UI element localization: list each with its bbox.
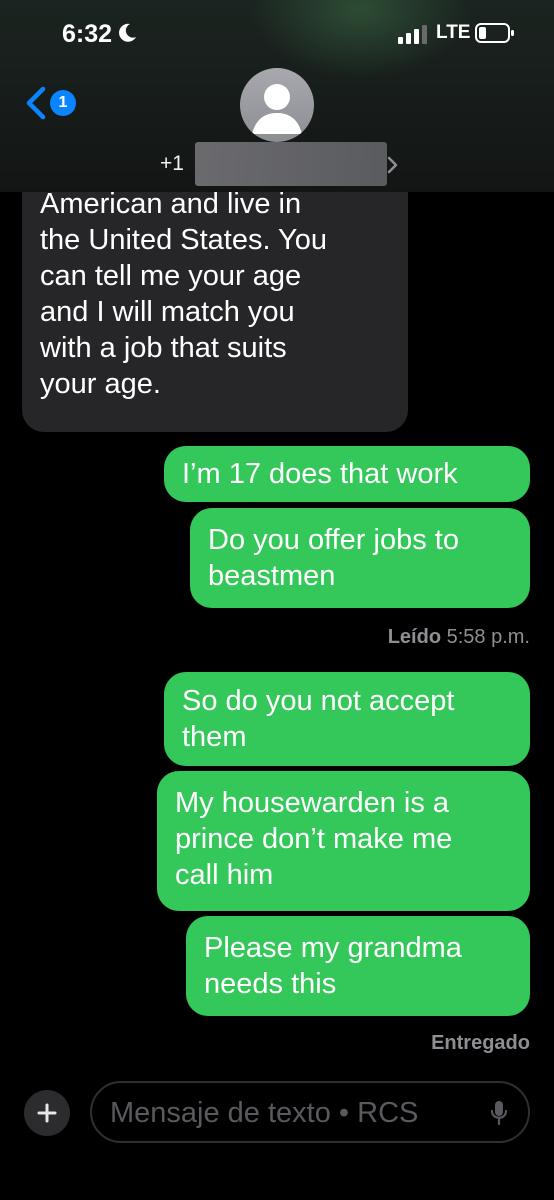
signal-icon	[398, 25, 427, 44]
back-chevron-icon	[26, 86, 46, 120]
avatar-icon	[252, 84, 302, 134]
contact-number-prefix[interactable]: +1	[160, 152, 184, 176]
outgoing-message[interactable]: So do you not accept them	[164, 672, 530, 766]
outgoing-message[interactable]: Please my grandma needs this	[186, 916, 530, 1016]
redacted-phone-number	[195, 142, 387, 186]
outgoing-message[interactable]: Do you offer jobs to beastmen	[190, 508, 530, 608]
outgoing-message[interactable]: I’m 17 does that work	[164, 446, 530, 502]
message-input-placeholder: Mensaje de texto • RCS	[110, 1097, 419, 1129]
back-button[interactable]: 1	[24, 86, 76, 120]
plus-icon	[37, 1103, 57, 1123]
delivered-receipt: Entregado	[431, 1032, 530, 1054]
battery-icon	[475, 23, 514, 43]
outgoing-message[interactable]: My housewarden is a prince don’t make me…	[157, 771, 530, 911]
message-input[interactable]: Mensaje de texto • RCS	[90, 1081, 530, 1143]
read-time: 5:58 p.m.	[446, 626, 530, 648]
contact-avatar[interactable]	[240, 68, 314, 142]
clock: 6:32	[62, 20, 113, 48]
read-receipt: Leído 5:58 p.m.	[388, 626, 530, 649]
microphone-icon[interactable]	[490, 1100, 508, 1126]
read-label: Leído	[387, 626, 442, 648]
network-type: LTE	[436, 22, 471, 43]
add-attachment-button[interactable]	[24, 1090, 70, 1136]
chevron-right-icon[interactable]	[386, 156, 398, 174]
conversation-header: 6:32 LTE 1 +1	[0, 0, 554, 192]
moon-icon	[119, 23, 136, 42]
status-bar: 6:32 LTE	[0, 0, 554, 66]
unread-badge: 1	[50, 90, 76, 116]
incoming-message[interactable]: American and live in the United States. …	[22, 156, 408, 432]
